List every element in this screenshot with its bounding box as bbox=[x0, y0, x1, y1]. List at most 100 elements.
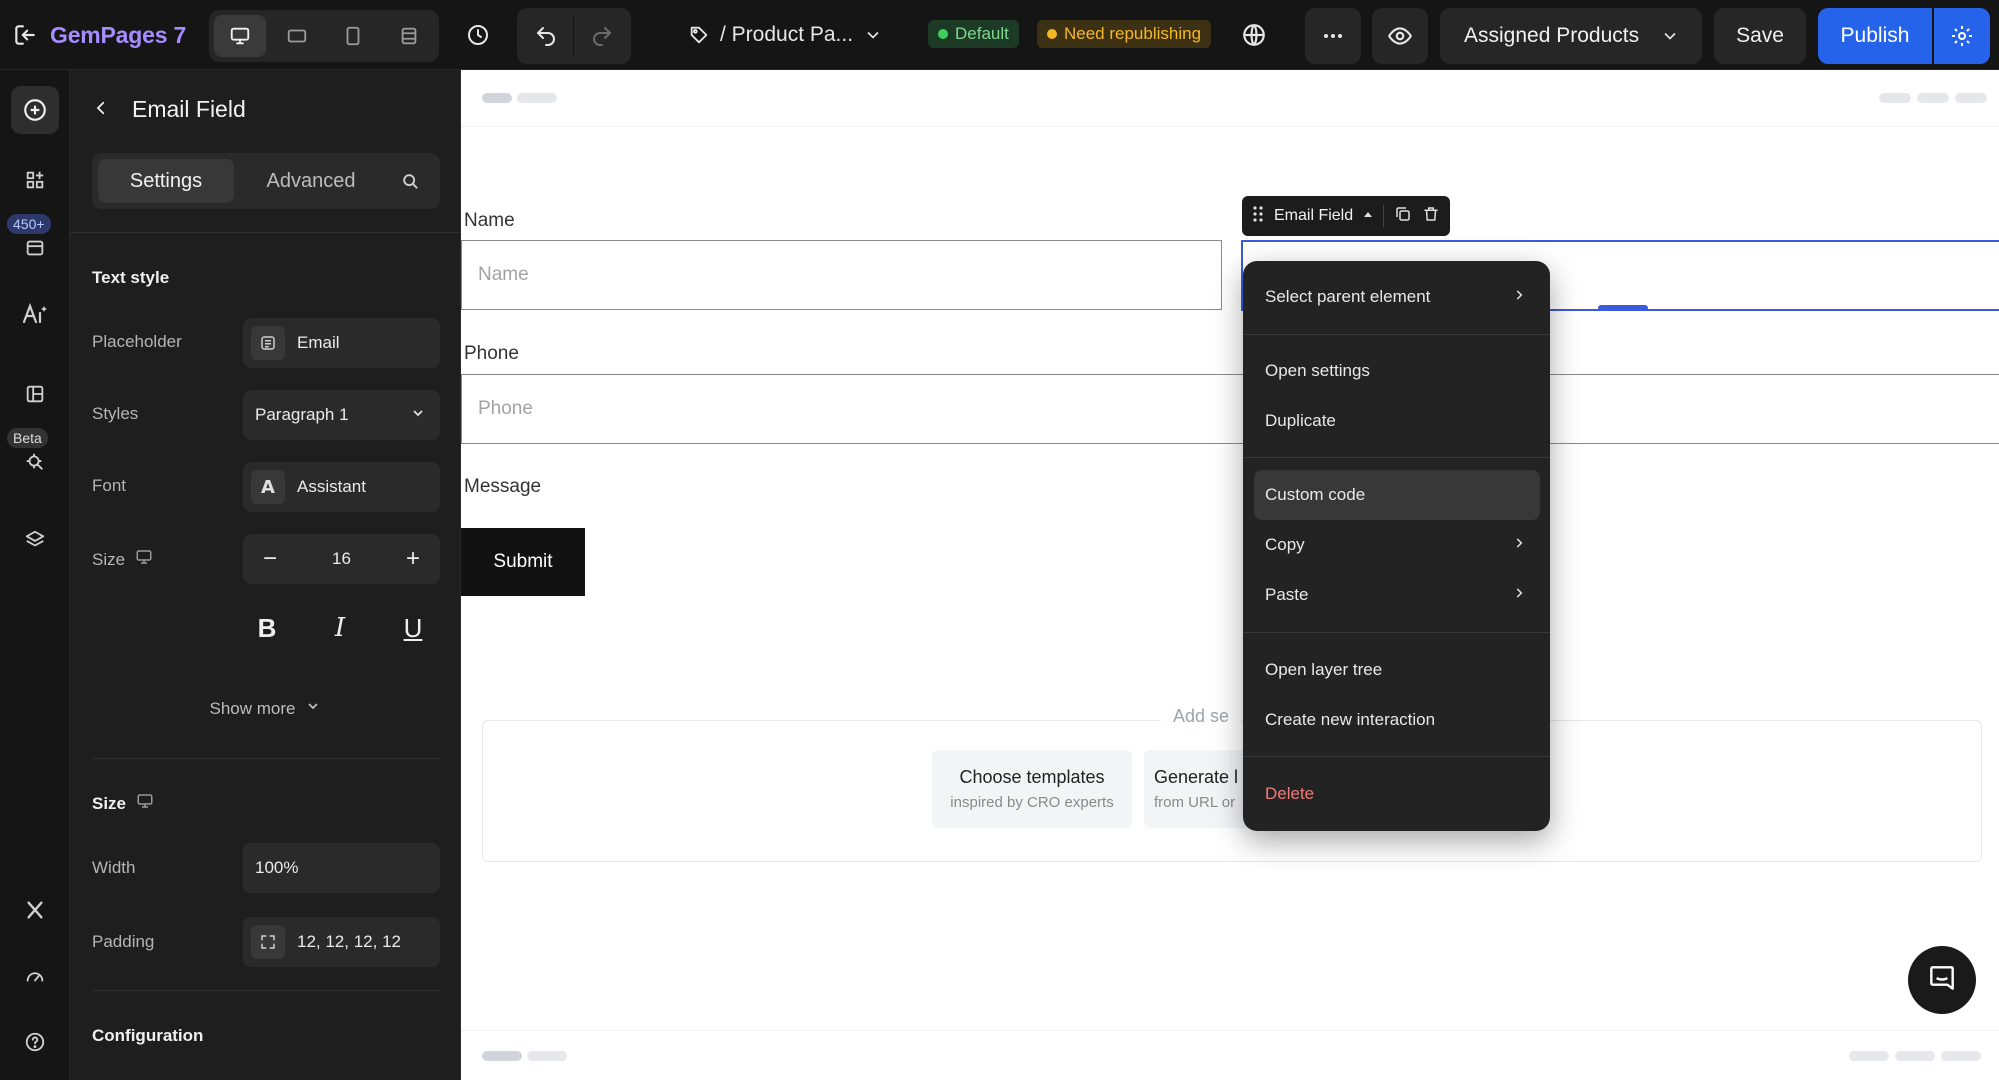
width-input[interactable]: 100% bbox=[243, 843, 440, 893]
menu-item-label: Select parent element bbox=[1265, 287, 1431, 306]
menu-item-label: Paste bbox=[1265, 585, 1309, 604]
menu-item-label: Delete bbox=[1265, 784, 1315, 803]
x-icon[interactable] bbox=[11, 886, 59, 934]
tablet-view-button[interactable] bbox=[327, 15, 379, 57]
font-size-stepper: − 16 + bbox=[243, 534, 440, 584]
padding-value: 12, 12, 12, 12 bbox=[297, 932, 401, 951]
menu-item-open-layer-tree[interactable]: Open layer tree bbox=[1254, 645, 1540, 695]
text-style-heading: Text style bbox=[92, 268, 170, 287]
pages-icon[interactable] bbox=[11, 370, 59, 418]
divider bbox=[1243, 457, 1550, 458]
exit-icon[interactable] bbox=[12, 22, 38, 48]
layers-icon[interactable] bbox=[11, 516, 59, 564]
plus-icon[interactable]: + bbox=[400, 545, 426, 573]
header-skeleton bbox=[1955, 93, 1987, 103]
undo-icon[interactable] bbox=[521, 14, 571, 58]
chat-icon bbox=[1926, 962, 1958, 999]
add-element-icon[interactable] bbox=[11, 86, 59, 134]
configuration-heading: Configuration bbox=[92, 1026, 204, 1045]
editor-canvas[interactable]: Name Name Email Field Phone Phone Messag… bbox=[461, 70, 1999, 1080]
badge-label: Default bbox=[955, 24, 1009, 43]
drag-handle-icon[interactable] bbox=[1252, 205, 1264, 228]
tag-icon bbox=[688, 24, 710, 46]
apps-icon[interactable] bbox=[11, 156, 59, 204]
option-title: Generate l bbox=[1154, 767, 1239, 787]
publish-button[interactable]: Publish bbox=[1818, 8, 1932, 64]
menu-item-copy[interactable]: Copy bbox=[1254, 520, 1540, 570]
phone-input[interactable]: Phone bbox=[461, 374, 1999, 444]
speed-icon[interactable] bbox=[11, 952, 59, 1000]
font-size-value[interactable]: 16 bbox=[332, 549, 351, 569]
trash-icon[interactable] bbox=[1422, 205, 1440, 228]
menu-item-delete[interactable]: Delete bbox=[1254, 769, 1540, 819]
publish-settings-button[interactable] bbox=[1934, 8, 1990, 64]
preview-button[interactable] bbox=[1372, 8, 1428, 64]
redo-icon[interactable] bbox=[577, 14, 627, 58]
divider bbox=[92, 990, 440, 991]
size-heading: Size bbox=[92, 793, 127, 813]
choose-templates-button[interactable]: Choose templates inspired by CRO experts bbox=[932, 750, 1132, 828]
italic-button[interactable]: I bbox=[318, 606, 362, 650]
assigned-products-dropdown[interactable]: Assigned Products bbox=[1440, 8, 1702, 64]
chevron-down-icon bbox=[1660, 26, 1680, 46]
tab-advanced[interactable]: Advanced bbox=[242, 159, 380, 203]
underline-button[interactable]: U bbox=[391, 606, 435, 650]
page-selector[interactable]: / Product Pa... bbox=[688, 12, 883, 58]
sections-icon[interactable] bbox=[11, 224, 59, 272]
header-skeleton bbox=[1917, 93, 1949, 103]
caret-up-icon[interactable] bbox=[1363, 207, 1373, 225]
divider bbox=[461, 126, 1999, 127]
styles-select[interactable]: Paragraph 1 bbox=[243, 390, 440, 440]
mobile-view-button[interactable] bbox=[383, 15, 435, 57]
menu-item-create-interaction[interactable]: Create new interaction bbox=[1254, 695, 1540, 745]
gear-icon bbox=[1950, 24, 1974, 48]
show-more-button[interactable]: Show more bbox=[70, 698, 461, 719]
chat-support-button[interactable] bbox=[1908, 946, 1976, 1014]
app-logo[interactable]: GemPages 7 bbox=[12, 12, 186, 58]
save-button[interactable]: Save bbox=[1714, 8, 1806, 64]
undo-redo-group bbox=[517, 8, 631, 64]
minus-icon[interactable]: − bbox=[257, 545, 283, 573]
menu-item-open-settings[interactable]: Open settings bbox=[1254, 346, 1540, 396]
header-skeleton bbox=[517, 93, 557, 103]
device-switcher bbox=[209, 10, 439, 62]
page-title: / Product Pa... bbox=[720, 23, 854, 46]
history-icon[interactable] bbox=[455, 12, 501, 58]
chevron-right-icon bbox=[1512, 287, 1526, 307]
desktop-view-button[interactable] bbox=[214, 15, 266, 57]
element-toolbar: Email Field bbox=[1242, 196, 1451, 236]
help-icon[interactable] bbox=[11, 1018, 59, 1066]
left-icon-rail: 450+ Beta bbox=[0, 70, 70, 1080]
menu-item-select-parent[interactable]: Select parent element bbox=[1254, 272, 1540, 322]
chevron-right-icon bbox=[1512, 585, 1526, 605]
laptop-view-button[interactable] bbox=[271, 15, 323, 57]
context-menu: Select parent element Open settings Dupl… bbox=[1243, 261, 1550, 831]
back-icon[interactable] bbox=[92, 96, 110, 123]
menu-item-duplicate[interactable]: Duplicate bbox=[1254, 396, 1540, 446]
eye-icon bbox=[1387, 23, 1413, 49]
search-icon[interactable] bbox=[386, 159, 434, 203]
placeholder-field[interactable]: Email bbox=[243, 318, 440, 368]
resize-handle[interactable] bbox=[1598, 305, 1648, 311]
font-select[interactable]: A Assistant bbox=[243, 462, 440, 512]
globe-icon[interactable] bbox=[1231, 12, 1277, 58]
footer-skeleton bbox=[482, 1051, 522, 1061]
more-options-button[interactable] bbox=[1305, 8, 1361, 64]
text-source-icon bbox=[251, 326, 285, 360]
element-name-label[interactable]: Email Field bbox=[1274, 207, 1353, 225]
name-input[interactable]: Name bbox=[461, 240, 1222, 310]
menu-item-custom-code[interactable]: Custom code bbox=[1254, 470, 1540, 520]
width-label: Width bbox=[92, 858, 136, 877]
menu-item-paste[interactable]: Paste bbox=[1254, 570, 1540, 620]
name-label: Name bbox=[464, 210, 515, 231]
ai-icon[interactable] bbox=[11, 290, 59, 338]
bold-button[interactable]: B bbox=[245, 606, 289, 650]
duplicate-icon[interactable] bbox=[1394, 205, 1412, 228]
tab-settings[interactable]: Settings bbox=[98, 159, 234, 203]
chevron-down-icon bbox=[863, 25, 883, 45]
option-subtitle: from URL or bbox=[1154, 794, 1236, 811]
submit-button[interactable]: Submit bbox=[461, 528, 585, 596]
beta-tool-icon[interactable] bbox=[11, 438, 59, 486]
size-section-heading: Size bbox=[92, 792, 154, 815]
padding-input[interactable]: 12, 12, 12, 12 bbox=[243, 917, 440, 967]
